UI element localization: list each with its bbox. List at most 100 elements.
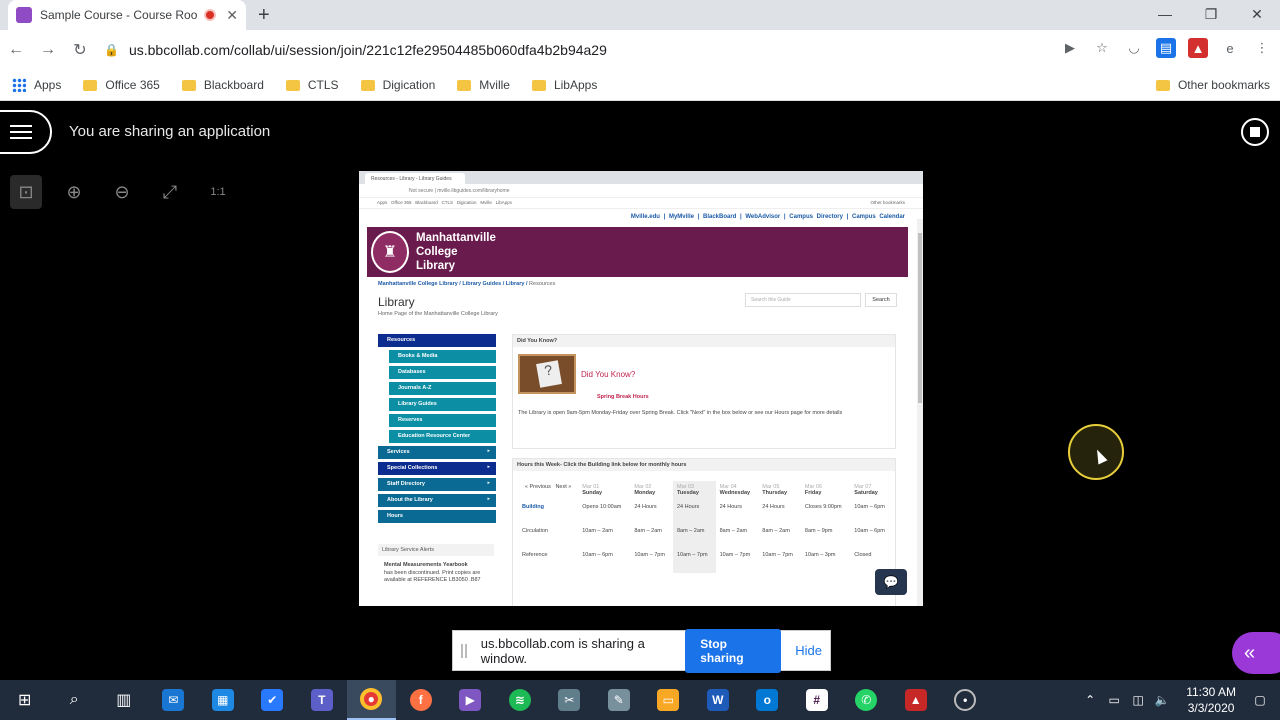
minimize-icon[interactable]: — xyxy=(1142,0,1188,30)
guide-search-button[interactable]: Search xyxy=(865,293,897,307)
reload-icon[interactable]: ↻ xyxy=(64,40,96,60)
guide-nav-item[interactable]: About the Library xyxy=(378,494,496,507)
bookmark-other[interactable]: Other bookmarks xyxy=(1155,78,1270,92)
session-menu-button[interactable] xyxy=(0,110,52,154)
bookmarks-bar: Apps Office 365 Blackboard CTLS Digicati… xyxy=(0,70,1280,101)
chevron-up-icon[interactable]: ⌃ xyxy=(1078,693,1102,707)
remote-app-icon[interactable]: ▲ xyxy=(891,680,941,720)
word-icon[interactable]: W xyxy=(693,680,743,720)
spotify-icon[interactable]: ≋ xyxy=(495,680,545,720)
paint-icon[interactable]: ✎ xyxy=(594,680,644,720)
new-tab-button[interactable]: + xyxy=(258,4,270,27)
task-view-icon[interactable]: ▥ xyxy=(99,680,149,720)
bookmark-office365[interactable]: Office 365 xyxy=(83,78,160,92)
notifications-icon[interactable]: ▢ xyxy=(1248,693,1272,707)
guide-nav-item[interactable]: Journals A-Z xyxy=(389,382,496,395)
bookmark-apps[interactable]: Apps xyxy=(12,78,61,92)
forward-icon[interactable]: → xyxy=(32,41,64,59)
share-notice-bar: us.bbcollab.com is sharing a window. Sto… xyxy=(452,628,831,673)
close-window-icon[interactable]: ✕ xyxy=(1234,0,1280,30)
guide-nav-item[interactable]: Services xyxy=(378,446,496,459)
guide-nav-item[interactable]: Education Resource Center xyxy=(389,430,496,443)
actual-size-button[interactable]: 1:1 xyxy=(202,175,234,209)
hide-button[interactable]: Hide xyxy=(795,643,822,658)
link-mville[interactable]: Mville.edu xyxy=(631,214,660,220)
bookmark-mville[interactable]: Mville xyxy=(457,78,510,92)
volume-icon[interactable]: 🔈 xyxy=(1150,693,1174,707)
extension-ebsco-icon[interactable]: e xyxy=(1220,38,1240,58)
extension-blue-icon[interactable]: ▤ xyxy=(1156,38,1176,58)
search-icon[interactable]: ⌕ xyxy=(50,680,100,720)
slack-icon[interactable]: # xyxy=(792,680,842,720)
previous-link[interactable]: « Previous xyxy=(525,484,551,490)
chrome-icon[interactable]: ● xyxy=(346,680,396,720)
service-alerts: Library Service Alerts Mental Measuremen… xyxy=(378,544,494,585)
calendar-icon[interactable]: ▦ xyxy=(198,680,248,720)
library-name: Manhattanville College Library xyxy=(416,232,496,272)
back-icon[interactable]: ← xyxy=(0,41,32,59)
menu-dots-icon[interactable]: ⋮ xyxy=(1252,38,1272,58)
guide-nav-item[interactable]: Hours xyxy=(378,510,496,523)
collab-panel-toggle-button[interactable]: « xyxy=(1232,632,1280,674)
zoom-in-button[interactable]: ⊕ xyxy=(58,175,90,209)
firefox-icon[interactable]: f xyxy=(396,680,446,720)
bookmark-ctls[interactable]: CTLS xyxy=(285,78,339,92)
drag-handle-icon[interactable] xyxy=(461,643,467,658)
stop-icon xyxy=(1250,127,1260,137)
link-blackboard[interactable]: BlackBoard xyxy=(703,214,736,220)
address-bar[interactable]: 🔒 us.bbcollab.com/collab/ui/session/join… xyxy=(104,35,1004,65)
extension-red-icon[interactable]: ▲ xyxy=(1188,38,1208,58)
whatsapp-icon[interactable]: ✆ xyxy=(842,680,892,720)
guide-nav-item[interactable]: Special Collections xyxy=(378,462,496,475)
link-campus-directory[interactable]: Campus Directory xyxy=(789,214,843,220)
guide-nav-item[interactable]: Library Guides xyxy=(389,398,496,411)
zoom-out-button[interactable]: ⊖ xyxy=(106,175,138,209)
network-icon[interactable]: ◫ xyxy=(1126,693,1150,707)
question-mark-icon xyxy=(518,354,576,394)
fit-screen-button[interactable]: ⤢ xyxy=(154,175,186,209)
magnify-view-button[interactable]: ⊡ xyxy=(10,175,42,209)
teams-icon[interactable]: T xyxy=(297,680,347,720)
guide-nav-item[interactable]: Databases xyxy=(389,366,496,379)
snipping-icon[interactable]: ✂ xyxy=(545,680,595,720)
guide-nav-item[interactable]: Staff Directory xyxy=(378,478,496,491)
star-icon[interactable]: ☆ xyxy=(1092,38,1112,58)
bookmark-libapps[interactable]: LibApps xyxy=(531,78,597,92)
mail-icon[interactable]: ✉ xyxy=(149,680,199,720)
guide-nav-item[interactable]: Resources xyxy=(378,334,496,347)
clock[interactable]: 11:30 AM 3/3/2020 xyxy=(1186,684,1236,716)
restore-icon[interactable]: ❐ xyxy=(1188,0,1234,30)
bookmark-blackboard[interactable]: Blackboard xyxy=(181,78,264,92)
browser-tab-strip: Sample Course - Course Roo ✕ + — ❐ ✕ xyxy=(0,0,1280,30)
folder-icon xyxy=(360,79,375,91)
windows-taskbar: ⊞ ⌕ ▥ ✉ ▦ ✔ T ● f ▶ ≋ ✂ ✎ ▭ W o # ✆ ▲ • … xyxy=(0,680,1280,720)
outlook-icon[interactable]: o xyxy=(743,680,793,720)
todo-icon[interactable]: ✔ xyxy=(248,680,298,720)
stop-sharing-button[interactable]: Stop sharing xyxy=(685,628,782,673)
screencast-icon[interactable]: ▶ xyxy=(446,680,496,720)
windows-start-icon[interactable]: ⊞ xyxy=(0,680,50,720)
battery-icon[interactable]: ▭ xyxy=(1102,693,1126,707)
next-link[interactable]: Next » xyxy=(555,484,571,490)
zoom-toolbar: ⊡ ⊕ ⊖ ⤢ 1:1 xyxy=(10,175,234,209)
link-mymville[interactable]: MyMville xyxy=(669,214,694,220)
breadcrumb: Manhattanville College Library / Library… xyxy=(378,281,556,287)
link-campus-calendar[interactable]: Campus Calendar xyxy=(852,214,905,220)
guide-search-input[interactable]: Search this Guide xyxy=(745,293,861,307)
table-row: Reference 10am – 6pm 10am – 7pm 10am – 7pm… xyxy=(518,549,893,573)
chat-icon[interactable]: 💬 xyxy=(875,569,907,595)
link-webadvisor[interactable]: WebAdvisor xyxy=(745,214,780,220)
shared-address-bar: Not secure | mville.libguides.com/librar… xyxy=(359,184,923,198)
file-explorer-icon[interactable]: ▭ xyxy=(644,680,694,720)
stop-share-button[interactable] xyxy=(1241,118,1269,146)
close-tab-icon[interactable]: ✕ xyxy=(226,7,238,24)
pocket-icon[interactable]: ◡ xyxy=(1124,38,1144,58)
guide-nav-item[interactable]: Reserves xyxy=(389,414,496,427)
bookmark-digication[interactable]: Digication xyxy=(360,78,435,92)
recorder-icon[interactable]: • xyxy=(941,680,991,720)
table-row: Building Opens 10:00am 24 Hours 24 Hours 24… xyxy=(518,501,893,525)
camera-icon[interactable]: ▶ xyxy=(1060,38,1080,58)
guide-nav-item[interactable]: Books & Media xyxy=(389,350,496,363)
browser-tab[interactable]: Sample Course - Course Roo ✕ xyxy=(8,0,246,30)
folder-icon xyxy=(531,79,546,91)
